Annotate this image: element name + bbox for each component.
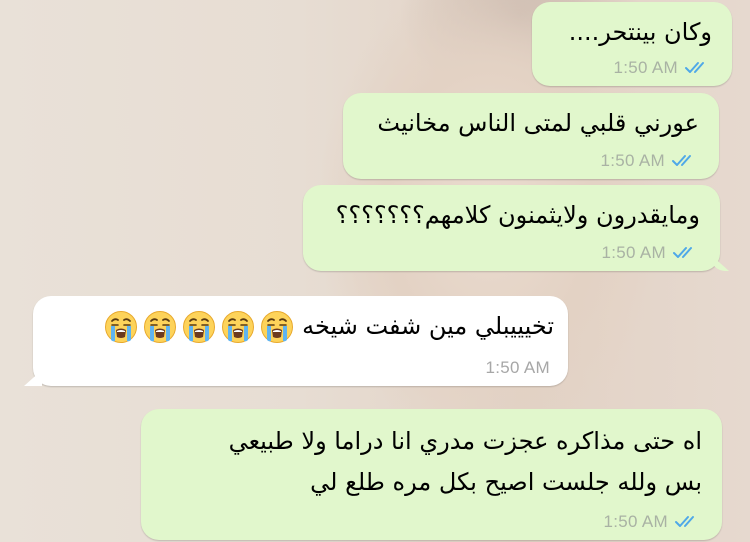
message-timestamp: 1:50 AM	[600, 151, 665, 170]
message-meta: 1:50 AM	[601, 151, 701, 171]
message-bubble-outgoing[interactable]: عورني قلبي لمتى الناس مخانيث 1:50 AM	[343, 93, 719, 179]
loudly-crying-face-icon	[105, 311, 138, 343]
message-meta: 1:50 AM	[486, 358, 550, 378]
chat-background: وكان بينتحر.... 1:50 AM عورني قلبي لمتى …	[0, 0, 750, 542]
message-timestamp: 1:50 AM	[603, 512, 668, 531]
message-bubble-outgoing[interactable]: وكان بينتحر.... 1:50 AM	[532, 2, 732, 86]
bubble-tail	[24, 370, 42, 386]
double-check-read-icon	[673, 247, 692, 258]
message-text: ومايقدرون ولايثمنون كلامهم؟؟؟؟؟؟؟	[335, 201, 700, 229]
loudly-crying-face-icon	[183, 311, 216, 343]
message-text-content: تخيييبلي مين شفت شيخه	[302, 312, 554, 340]
message-meta: 1:50 AM	[604, 512, 704, 532]
message-bubble-incoming[interactable]: تخيييبلي مين شفت شيخه 1:50 AM	[24, 296, 568, 386]
message-text: تخيييبلي مين شفت شيخه	[104, 310, 554, 344]
double-check-read-icon	[675, 516, 694, 527]
message-bubble-outgoing[interactable]: اه حتى مذاكره عجزت مدري انا دراما ولا طب…	[141, 409, 722, 540]
message-text: وكان بينتحر....	[568, 18, 712, 46]
message-line: اه حتى مذاكره عجزت مدري انا دراما ولا طب…	[228, 427, 702, 455]
message-line: بس ولله جلست اصيح بكل مره طلع لي	[310, 468, 702, 496]
message-timestamp: 1:50 AM	[601, 243, 666, 262]
message-text: عورني قلبي لمتى الناس مخانيث	[377, 109, 699, 137]
message-meta: 1:50 AM	[602, 243, 702, 263]
loudly-crying-face-icon	[261, 311, 294, 343]
message-text: اه حتى مذاكره عجزت مدري انا دراما ولا طب…	[229, 421, 702, 503]
double-check-read-icon	[685, 62, 704, 73]
loudly-crying-face-icon	[222, 311, 255, 343]
message-timestamp: 1:50 AM	[485, 358, 550, 377]
bubble-tail	[711, 255, 729, 271]
loudly-crying-face-icon	[144, 311, 177, 343]
message-timestamp: 1:50 AM	[613, 58, 678, 77]
message-meta: 1:50 AM	[614, 58, 714, 78]
message-bubble-outgoing[interactable]: ومايقدرون ولايثمنون كلامهم؟؟؟؟؟؟؟ 1:50 A…	[303, 185, 729, 271]
emoji-row	[104, 310, 294, 344]
double-check-read-icon	[672, 155, 691, 166]
